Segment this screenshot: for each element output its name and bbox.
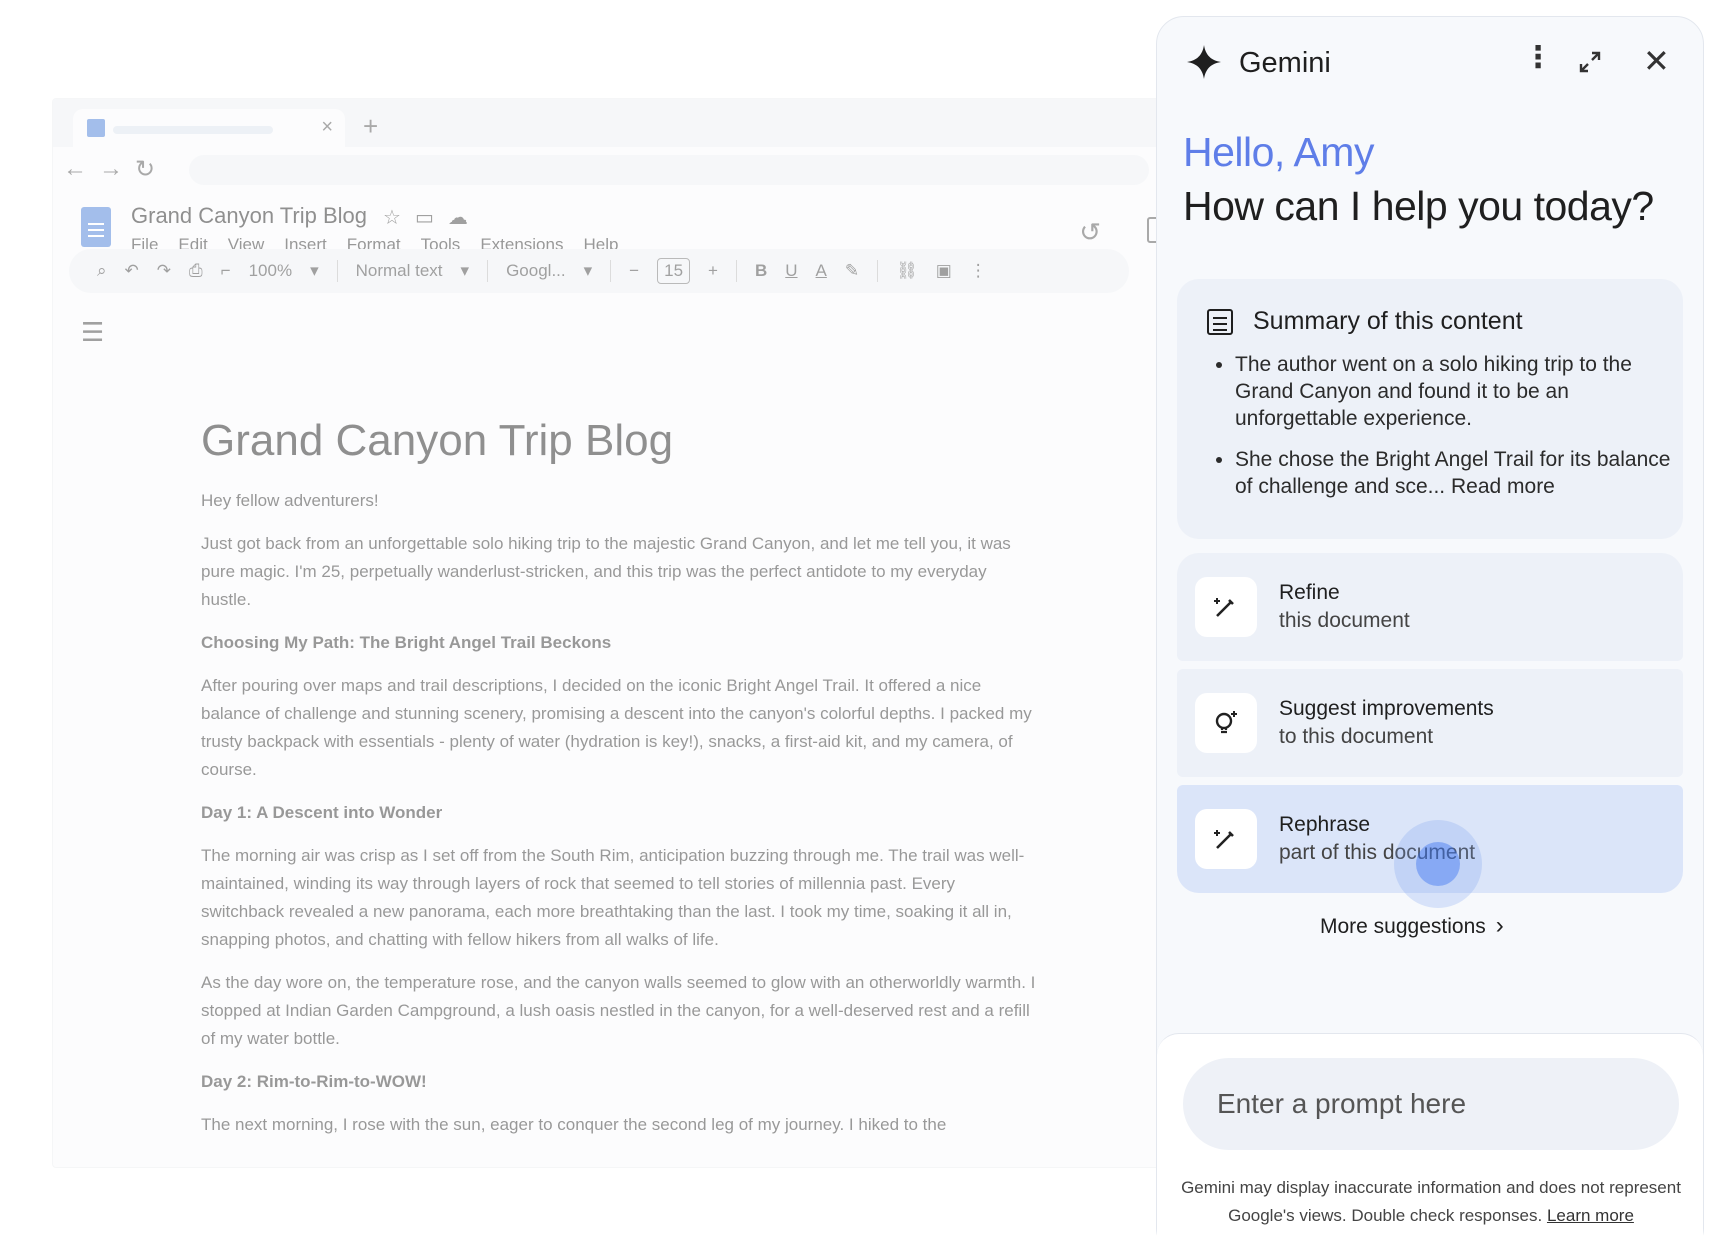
version-history-icon[interactable]: ↺ (1079, 217, 1101, 248)
paragraph: Hey fellow adventurers! (201, 491, 379, 510)
text-color-button[interactable]: A (816, 261, 827, 281)
highlight-icon[interactable]: ✎ (845, 261, 859, 281)
image-icon[interactable]: ▣ (936, 261, 952, 281)
document-outline-icon[interactable]: ☰ (81, 317, 104, 348)
doc-title[interactable]: Grand Canyon Trip Blog (131, 203, 367, 229)
close-icon[interactable]: ✕ (1643, 45, 1670, 77)
undo-icon[interactable]: ↶ (125, 261, 139, 281)
suggestion-subtitle: this document (1279, 609, 1410, 632)
prompt-area: Gemini may display inaccurate informatio… (1157, 1033, 1703, 1258)
move-folder-icon[interactable]: ▭ (415, 207, 448, 229)
chevron-right-icon: › (1495, 912, 1504, 939)
greeting: Hello, Amy (1183, 129, 1374, 175)
suggestion-title: Suggest improvements (1279, 697, 1494, 720)
more-vert-icon[interactable]: ⋮ (1523, 43, 1553, 73)
zoom-select[interactable]: 100% (249, 261, 292, 281)
gemini-panel: Gemini ⋮ ✕ Hello, Amy How can I help you… (1156, 16, 1704, 1258)
tab-title-placeholder (113, 126, 273, 134)
style-select[interactable]: Normal text (356, 261, 443, 281)
search-menus-icon[interactable]: ⌕ (97, 261, 107, 281)
cloud-status-icon[interactable]: ☁ (448, 207, 482, 229)
chevron-down-icon: ▾ (583, 261, 593, 280)
more-suggestions-button[interactable]: More suggestions › (1320, 912, 1504, 940)
docs-window: × + ← → ↻ Grand Canyon Trip Blog ☆▭☁ Fil… (52, 98, 1166, 1168)
increase-font-icon[interactable]: + (708, 261, 718, 281)
summary-title: Summary of this content (1253, 307, 1523, 335)
prompt-input[interactable] (1183, 1058, 1679, 1150)
paragraph: The morning air was crisp as I set off f… (201, 846, 1025, 949)
address-bar[interactable] (189, 155, 1149, 185)
disclaimer: Gemini may display inaccurate informatio… (1173, 1174, 1689, 1230)
gemini-sparkle-icon (1187, 45, 1221, 79)
font-select[interactable]: Googl... (506, 261, 566, 281)
browser-tabstrip: × + (53, 99, 1165, 147)
suggestion-title: Refine (1279, 581, 1340, 604)
summary-bullet[interactable]: She chose the Bright Angel Trail for its… (1235, 446, 1675, 500)
magic-pencil-icon (1195, 809, 1257, 869)
more-suggestions-label: More suggestions (1320, 915, 1486, 938)
browser-tab[interactable]: × (73, 109, 345, 147)
document-body[interactable]: Grand Canyon Trip Blog Hey fellow advent… (201, 411, 1037, 1154)
gemini-title: Gemini (1239, 47, 1331, 79)
new-tab-icon[interactable]: + (363, 111, 378, 142)
reload-icon[interactable]: ↻ (135, 155, 155, 184)
document-heading: Grand Canyon Trip Blog (201, 416, 674, 465)
summary-icon (1207, 309, 1233, 335)
suggestion-refine[interactable]: Refine this document (1177, 553, 1683, 661)
suggestion-subtitle: to this document (1279, 725, 1434, 748)
section-heading: Choosing My Path: The Bright Angel Trail… (201, 633, 612, 652)
summary-card[interactable]: Summary of this content The author went … (1177, 279, 1683, 539)
suggestion-improvements[interactable]: Suggest improvements to this document (1177, 669, 1683, 777)
help-prompt: How can I help you today? (1183, 183, 1654, 229)
link-icon[interactable]: ⛓ (896, 261, 918, 281)
paragraph: Just got back from an unforgettable solo… (201, 534, 1011, 609)
expand-icon[interactable] (1579, 51, 1601, 73)
suggestion-title: Rephrase (1279, 813, 1371, 836)
chevron-down-icon: ▾ (310, 261, 319, 280)
back-icon[interactable]: ← (63, 155, 87, 183)
paragraph: After pouring over maps and trail descri… (201, 676, 1032, 779)
gemini-header: Gemini ⋮ ✕ (1157, 17, 1703, 109)
summary-bullets: The author went on a solo hiking trip to… (1217, 351, 1675, 514)
paragraph: The next morning, I rose with the sun, e… (201, 1115, 947, 1134)
browser-navbar: ← → ↻ (53, 147, 1165, 193)
toolbar-divider (610, 260, 612, 282)
docs-logo-icon[interactable] (81, 207, 111, 247)
cursor-indicator (1416, 842, 1460, 886)
print-icon[interactable]: ⎙ (189, 261, 203, 281)
section-heading: Day 2: Rim-to-Rim-to-WOW! (201, 1072, 427, 1091)
document-paragraphs: Hey fellow adventurers! Just got back fro… (201, 487, 1037, 1139)
section-heading: Day 1: A Descent into Wonder (201, 803, 443, 822)
magic-pencil-icon (1195, 577, 1257, 637)
toolbar-divider (877, 260, 879, 282)
paint-format-icon[interactable]: ⌐ (221, 261, 231, 281)
summary-bullet: The author went on a solo hiking trip to… (1235, 351, 1675, 432)
formatting-toolbar: ⌕ ↶ ↷ ⎙ ⌐ 100% ▾ Normal text ▾ Googl... … (69, 249, 1129, 293)
paragraph: As the day wore on, the temperature rose… (201, 973, 1036, 1048)
more-options-icon[interactable]: ⋮ (970, 261, 987, 281)
underline-button[interactable]: U (785, 261, 797, 281)
learn-more-link[interactable]: Learn more (1547, 1206, 1634, 1225)
toolbar-divider (487, 260, 489, 282)
forward-icon[interactable]: → (99, 155, 123, 183)
toolbar-divider (735, 260, 737, 282)
star-icon[interactable]: ☆ (383, 207, 415, 229)
lightbulb-sparkle-icon (1195, 693, 1257, 753)
tab-close-icon[interactable]: × (321, 116, 333, 139)
font-size-input[interactable]: 15 (657, 258, 691, 284)
decrease-font-icon[interactable]: − (629, 261, 639, 281)
redo-icon[interactable]: ↷ (157, 261, 171, 281)
toolbar-divider (336, 260, 338, 282)
bold-button[interactable]: B (755, 261, 767, 281)
chevron-down-icon: ▾ (460, 261, 470, 280)
docs-tab-icon (87, 119, 105, 137)
